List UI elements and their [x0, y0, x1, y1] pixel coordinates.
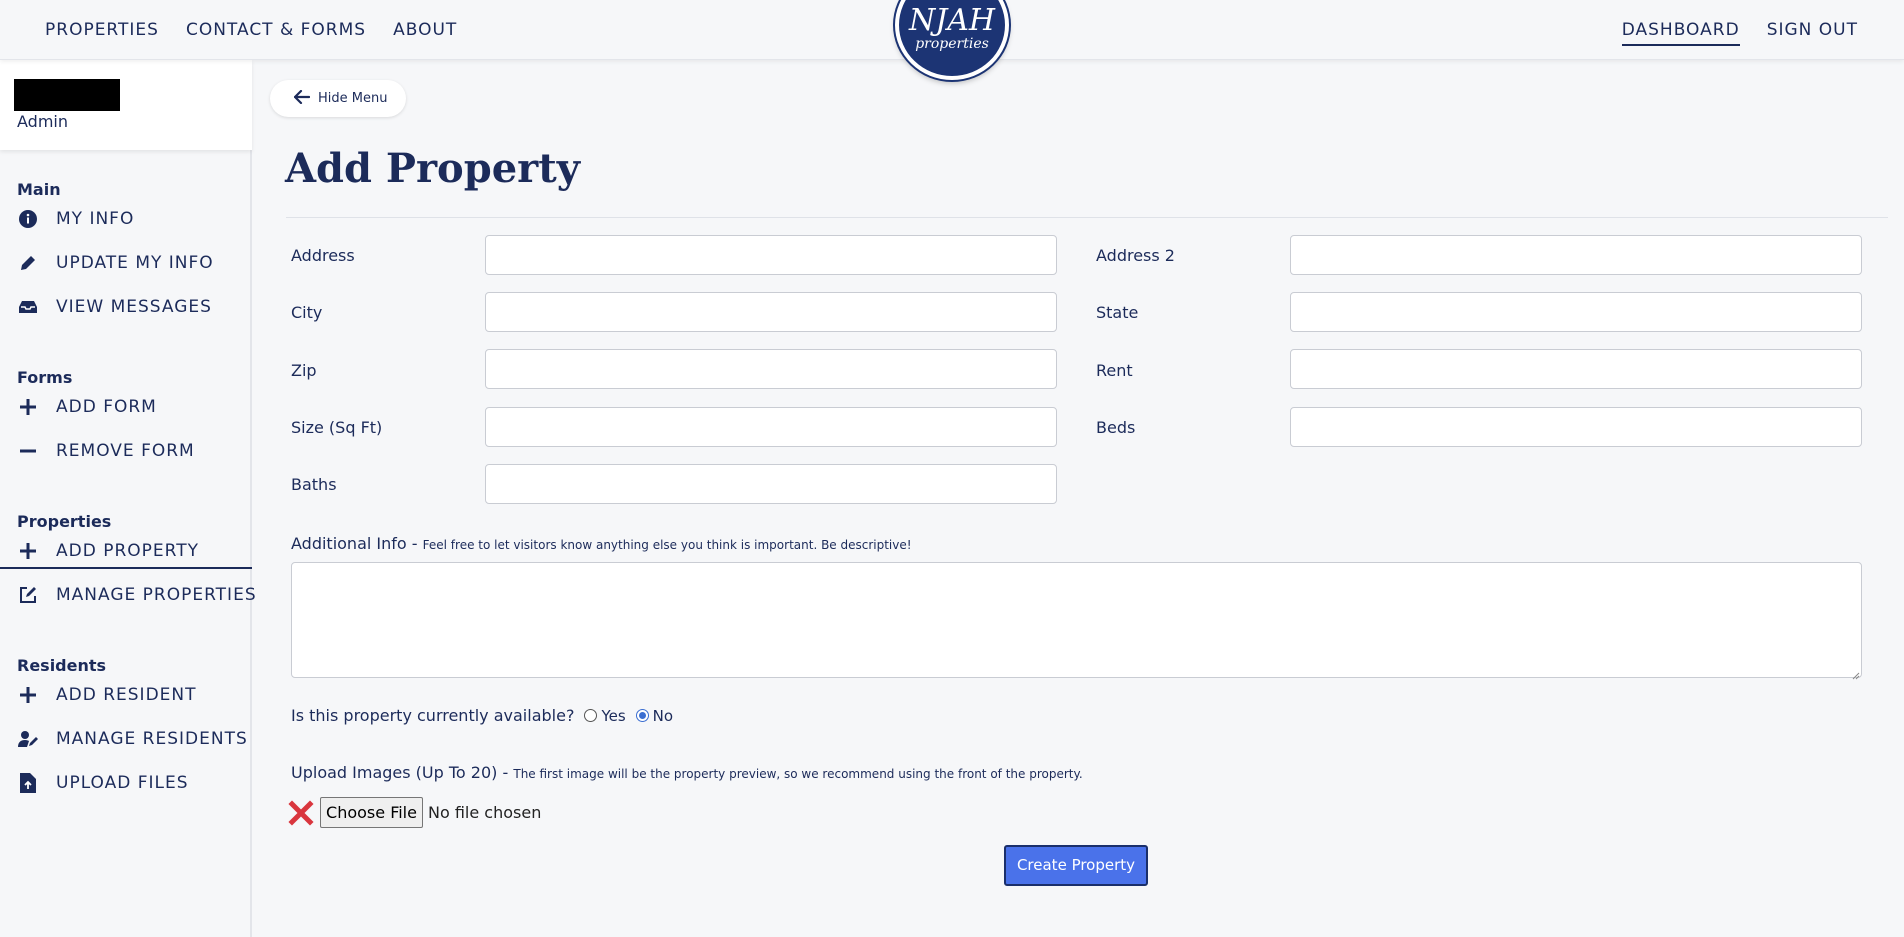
sidebar-item-add-form[interactable]: ADD FORM	[0, 389, 252, 425]
arrow-left-icon	[293, 89, 311, 108]
nav-contact-forms-link[interactable]: CONTACT & FORMS	[186, 20, 366, 44]
sidebar-item-manage-residents[interactable]: MANAGE RESIDENTS	[0, 721, 252, 757]
minus-icon	[17, 440, 39, 462]
resize-grip-icon[interactable]	[1850, 665, 1860, 680]
file-status-text: No file chosen	[428, 803, 542, 822]
sidebar-item-label: MANAGE RESIDENTS	[56, 729, 248, 749]
sidebar-item-add-property[interactable]: ADD PROPERTY	[0, 533, 252, 569]
additional-info-textarea[interactable]	[291, 562, 1862, 678]
sidebar: Admin Main MY INFO UPDATE MY INFO VIEW M…	[0, 60, 256, 937]
hide-menu-button[interactable]: Hide Menu	[270, 80, 406, 117]
user-edit-icon	[17, 728, 39, 750]
title-divider	[286, 217, 1888, 218]
upload-images-hint: The first image will be the property pre…	[513, 767, 1083, 781]
nav-dashboard-link[interactable]: DASHBOARD	[1621, 20, 1740, 46]
upload-images-title: Upload Images (Up To 20) -	[291, 763, 509, 782]
create-property-button[interactable]: Create Property	[1004, 845, 1148, 886]
available-no-label: No	[652, 706, 674, 725]
plus-icon	[17, 540, 39, 562]
plus-icon	[17, 684, 39, 706]
hide-menu-label: Hide Menu	[318, 91, 388, 106]
rent-input[interactable]	[1290, 349, 1862, 389]
availability-row: Is this property currently available? Ye…	[291, 706, 673, 725]
remove-file-x-icon[interactable]	[288, 800, 314, 826]
sidebar-item-label: UPDATE MY INFO	[56, 253, 214, 273]
additional-info-title: Additional Info -	[291, 534, 418, 553]
sidebar-item-view-messages[interactable]: VIEW MESSAGES	[0, 289, 252, 325]
address-label: Address	[291, 246, 355, 265]
baths-label: Baths	[291, 475, 337, 494]
sidebar-item-remove-form[interactable]: REMOVE FORM	[0, 433, 252, 469]
size-label: Size (Sq Ft)	[291, 418, 383, 437]
nav-about-link[interactable]: ABOUT	[393, 20, 457, 44]
beds-input[interactable]	[1290, 407, 1862, 447]
sidebar-item-label: REMOVE FORM	[56, 441, 195, 461]
nav-properties-link[interactable]: PROPERTIES	[45, 20, 159, 44]
sidebar-item-update-my-info[interactable]: UPDATE MY INFO	[0, 245, 252, 281]
sidebar-item-label: UPLOAD FILES	[56, 773, 189, 793]
file-upload-icon	[17, 772, 39, 794]
info-circle-icon	[17, 208, 39, 230]
zip-label: Zip	[291, 361, 317, 380]
plus-icon	[17, 396, 39, 418]
address-input[interactable]	[485, 235, 1057, 275]
user-card: Admin	[0, 60, 252, 150]
page-title: Add Property	[285, 145, 580, 192]
city-label: City	[291, 303, 323, 322]
sidebar-item-label: ADD PROPERTY	[56, 541, 199, 561]
section-title-forms: Forms	[17, 368, 73, 387]
redacted-user-name	[14, 79, 120, 111]
choose-file-button[interactable]: Choose File	[320, 797, 423, 828]
sidebar-item-label: ADD RESIDENT	[56, 685, 197, 705]
rent-label: Rent	[1096, 361, 1133, 380]
sidebar-item-add-resident[interactable]: ADD RESIDENT	[0, 677, 252, 713]
upload-images-label: Upload Images (Up To 20) - The first ima…	[291, 763, 1083, 782]
pencil-icon	[17, 252, 39, 274]
logo-title: NJAH	[908, 3, 996, 38]
additional-info-hint: Feel free to let visitors know anything …	[422, 538, 912, 552]
nav-sign-out-link[interactable]: SIGN OUT	[1767, 20, 1858, 46]
baths-input[interactable]	[485, 464, 1057, 504]
section-title-main: Main	[17, 180, 61, 199]
edit-square-icon	[17, 584, 39, 606]
sidebar-item-my-info[interactable]: MY INFO	[0, 201, 252, 237]
state-label: State	[1096, 303, 1139, 322]
sidebar-item-label: ADD FORM	[56, 397, 157, 417]
size-input[interactable]	[485, 407, 1057, 447]
sidebar-item-manage-properties[interactable]: MANAGE PROPERTIES	[0, 577, 256, 613]
sidebar-item-label: VIEW MESSAGES	[56, 297, 212, 317]
njah-logo[interactable]: NJAH properties	[895, 0, 1009, 80]
account-nav: DASHBOARD SIGN OUT	[1621, 20, 1858, 46]
available-no-radio[interactable]	[635, 709, 649, 722]
address2-label: Address 2	[1096, 246, 1175, 265]
section-title-properties: Properties	[17, 512, 112, 531]
available-yes-radio[interactable]	[584, 709, 598, 722]
additional-info-label: Additional Info - Feel free to let visit…	[291, 534, 912, 553]
state-input[interactable]	[1290, 292, 1862, 332]
beds-label: Beds	[1096, 418, 1136, 437]
user-role: Admin	[17, 112, 68, 131]
availability-question: Is this property currently available?	[291, 706, 575, 725]
sidebar-item-label: MANAGE PROPERTIES	[56, 585, 257, 605]
section-title-residents: Residents	[17, 656, 107, 675]
inbox-icon	[17, 296, 39, 318]
primary-nav: PROPERTIES CONTACT & FORMS ABOUT	[45, 20, 457, 44]
sidebar-item-upload-files[interactable]: UPLOAD FILES	[0, 765, 252, 801]
sidebar-item-label: MY INFO	[56, 209, 135, 229]
available-yes-label: Yes	[601, 706, 626, 725]
zip-input[interactable]	[485, 349, 1057, 389]
address2-input[interactable]	[1290, 235, 1862, 275]
logo-subtitle: properties	[915, 36, 989, 52]
city-input[interactable]	[485, 292, 1057, 332]
